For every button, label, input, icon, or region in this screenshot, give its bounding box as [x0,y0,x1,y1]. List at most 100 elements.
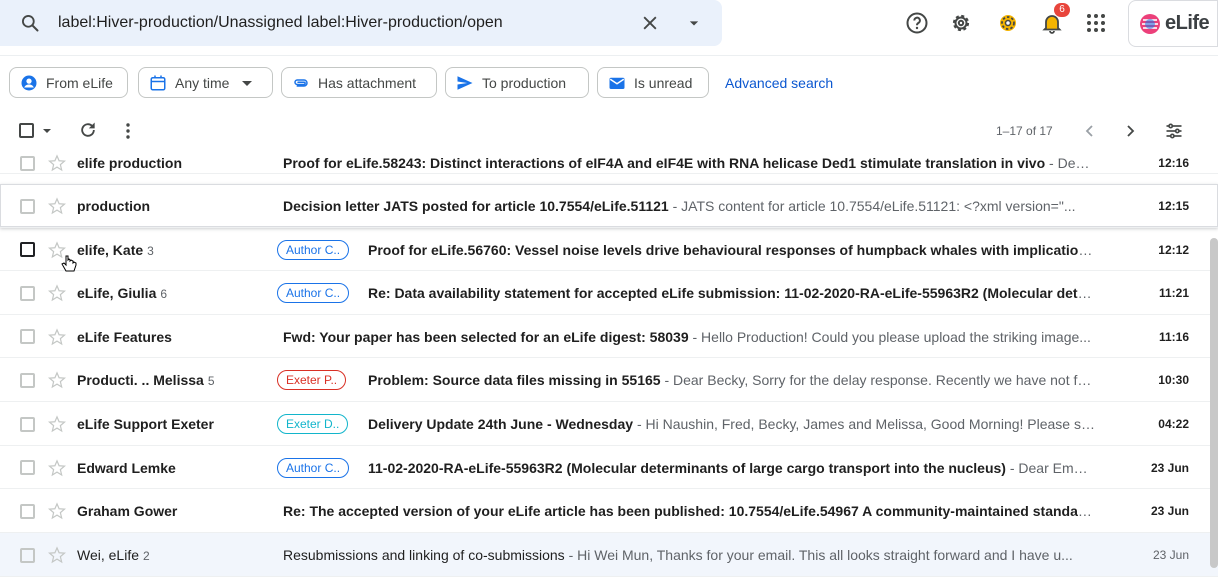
row-checkbox[interactable] [20,547,35,563]
hiver-label-tag[interactable]: Author C.. [277,283,350,303]
email-row[interactable]: elife, Kate 3 Author C.. Proof for eLife.56… [0,228,1218,271]
chip-any-time[interactable]: Any time [138,67,273,98]
chevron-down-icon[interactable] [38,121,58,141]
email-time: 23 Jun [1152,548,1189,562]
sender-text: Edward Lemke [77,459,176,476]
email-time: 11:16 [1158,329,1189,344]
tune-icon[interactable] [1164,121,1184,141]
email-time: 12:15 [1158,199,1189,213]
email-row[interactable]: Wei, eLife 2 Resubmissions and linking of … [0,533,1218,577]
email-subject: 11-02-2020-RA-eLife-55963R2 (Molecular d… [368,459,1006,476]
thread-count: 5 [207,374,215,388]
email-row[interactable]: Edward Lemke Author C.. 11-02-2020-RA-eLif… [0,446,1218,489]
star-icon[interactable] [48,458,66,477]
chevron-left-icon[interactable] [1080,121,1100,141]
row-checkbox[interactable] [20,460,35,475]
chip-label: Has attachment [318,74,417,91]
email-row[interactable]: elife production Proof for eLife.58243: D… [0,152,1218,174]
row-checkbox[interactable] [20,329,35,344]
sender-text: Graham Gower [77,503,178,519]
email-content: Decision letter JATS posted for article … [283,198,1096,214]
email-snippet: - Dear Emm... [1005,459,1096,476]
row-checkbox[interactable] [20,242,35,257]
email-time: 11:21 [1158,286,1189,300]
search-chips: From eLife Any time Has attachment To pr… [0,67,1218,99]
email-row[interactable]: eLife Support Exeter Exeter D.. Delivery U… [0,402,1218,446]
email-row[interactable]: eLife, Giulia 6 Author C.. Re: Data availab… [0,271,1218,315]
close-icon[interactable] [640,13,660,33]
star-icon[interactable] [48,284,66,302]
sender-text: elife, Kate [77,241,144,258]
star-icon[interactable] [48,197,66,215]
sender-text: Producti. .. Melissa [77,372,204,388]
email-row[interactable]: eLife Features Fwd: Your paper has been s… [0,315,1218,358]
email-time: 12:16 [1158,156,1189,170]
star-icon[interactable] [48,371,66,389]
star-icon[interactable] [48,546,66,564]
row-checkbox[interactable] [20,155,35,171]
star-icon[interactable] [48,415,66,433]
search-options-icon[interactable] [684,13,704,33]
sender-name: Wei, eLife 2 [77,547,150,563]
chip-has-attachment[interactable]: Has attachment [281,67,437,98]
sender-text: production [77,198,151,214]
thread-count: 2 [143,549,150,563]
hand-cursor-icon [61,255,77,272]
row-checkbox[interactable] [20,503,35,519]
email-snippet: - JATS content for article 10.7554/eLife… [668,198,1076,214]
email-row[interactable]: production Decision letter JATS posted fo… [0,184,1218,228]
email-snippet: - Dear A... [1049,155,1096,171]
email-content: Fwd: Your paper has been selected for an… [283,329,1096,345]
calendar-icon [150,75,166,90]
email-subject: Resubmissions and linking of co-submissi… [283,547,565,563]
hiver-label-tag[interactable]: Author C.. [277,457,350,478]
email-time: 12:12 [1158,242,1189,257]
top-bar: label:Hiver-production/Unassigned label:… [0,0,1218,55]
star-icon[interactable] [48,327,66,346]
more-options-icon[interactable] [118,121,138,141]
chip-label: From eLife [46,74,113,91]
search-input[interactable]: label:Hiver-production/Unassigned label:… [58,14,503,32]
email-subject: Delivery Update 24th June - Wednesday [368,416,634,432]
hiver-label-tag[interactable]: Exeter D.. [277,414,349,434]
select-all-checkbox[interactable] [19,123,34,138]
star-icon[interactable] [48,502,66,520]
divider [0,55,1218,56]
row-checkbox[interactable] [20,285,35,301]
search-icon[interactable] [20,13,40,33]
chip-label: Any time [175,74,230,91]
email-row[interactable]: Graham Gower Re: The accepted version of … [0,489,1218,533]
sender-name: eLife, Giulia 6 [77,285,167,301]
account-logo[interactable]: eLife [1128,0,1218,47]
thread-count: 3 [147,243,154,258]
chip-to-production[interactable]: To production [445,67,589,98]
hiver-label-tag[interactable]: Author C.. [277,239,350,260]
email-row[interactable]: Producti. .. Melissa 5 Exeter P.. Problem: … [0,358,1218,402]
row-checkbox[interactable] [20,198,35,214]
apps-grid-icon[interactable] [1084,11,1108,35]
advanced-search-link[interactable]: Advanced search [725,75,833,91]
row-checkbox[interactable] [20,372,35,388]
email-subject: Problem: Source data files missing in 55… [368,372,661,388]
account-circle-icon [21,75,37,90]
email-content: Proof for eLife.58243: Distinct interact… [283,155,1096,171]
chip-label: To production [482,74,567,91]
email-content: Problem: Source data files missing in 55… [368,372,1096,388]
email-snippet: - Dear Becky, Sorry for the delay respon… [660,372,1096,388]
chip-is-unread[interactable]: Is unread [597,67,709,98]
star-icon[interactable] [48,154,66,172]
row-checkbox[interactable] [20,416,35,432]
refresh-icon[interactable] [78,120,98,140]
hiver-settings-icon[interactable] [996,11,1020,35]
help-icon[interactable] [905,11,929,35]
scrollbar[interactable] [1210,238,1218,568]
gear-icon[interactable] [949,11,973,35]
chevron-right-icon[interactable] [1120,121,1140,141]
chip-from[interactable]: From eLife [9,67,128,98]
sender-name: eLife Support Exeter [77,416,214,432]
hiver-label-tag[interactable]: Exeter P.. [277,370,347,390]
search-bar[interactable]: label:Hiver-production/Unassigned label:… [0,0,722,46]
email-time: 10:30 [1158,373,1189,387]
email-content: Proof for eLife.56760: Vessel noise leve… [368,242,1096,258]
email-time: 23 Jun [1150,460,1189,475]
